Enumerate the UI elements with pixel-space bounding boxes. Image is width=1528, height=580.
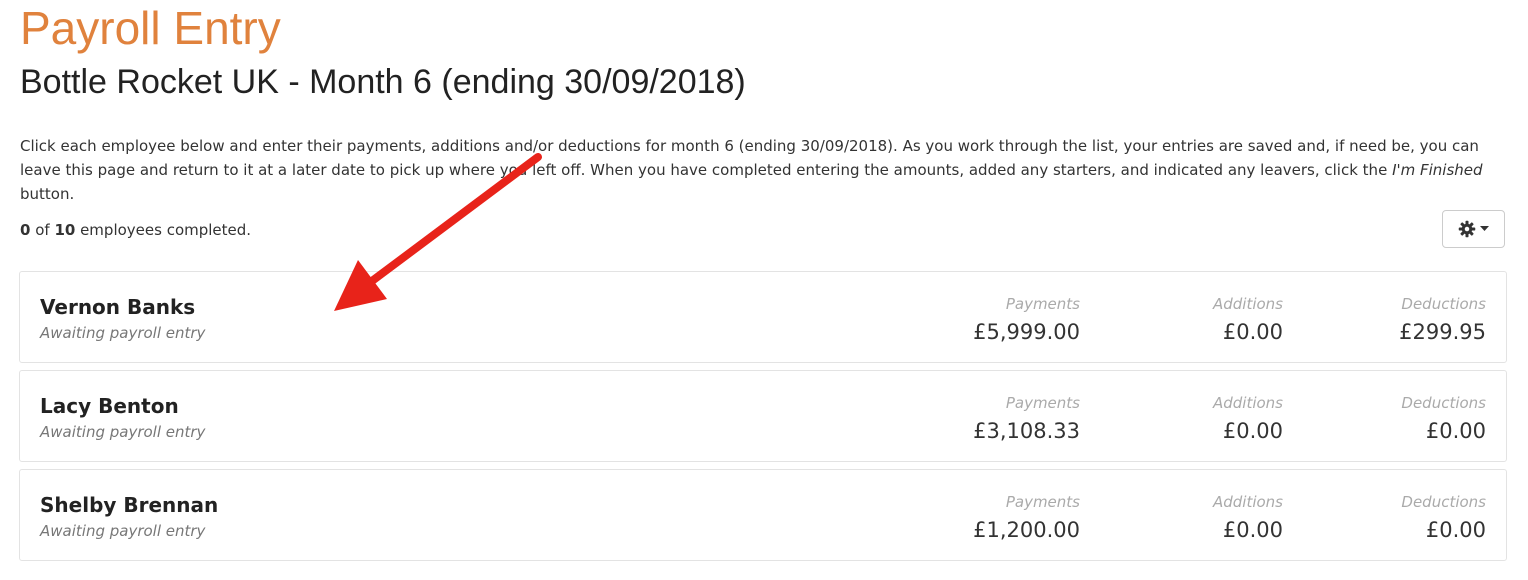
gear-icon: [1458, 220, 1476, 238]
settings-dropdown-button[interactable]: [1442, 210, 1505, 248]
employee-name: Shelby Brennan: [40, 493, 219, 517]
completion-status: 0 of 10 employees completed.: [20, 219, 251, 241]
intro-text-after: button.: [20, 185, 75, 203]
employee-status: Awaiting payroll entry: [40, 324, 206, 342]
intro-text: Click each employee below and enter thei…: [20, 134, 1495, 206]
completed-count: 0: [20, 221, 31, 239]
page-subtitle: Bottle Rocket UK - Month 6 (ending 30/09…: [20, 63, 746, 101]
deductions-column: Deductions £0.00: [1226, 492, 1486, 543]
intro-text-before: Click each employee below and enter thei…: [20, 137, 1479, 179]
completion-suffix: employees completed.: [75, 221, 252, 239]
completion-of: of: [30, 221, 55, 239]
employee-name: Vernon Banks: [40, 295, 196, 319]
deductions-label: Deductions: [1401, 394, 1486, 412]
employee-name: Lacy Benton: [40, 394, 179, 418]
finished-button-reference: I'm Finished: [1392, 161, 1483, 179]
page-title: Payroll Entry: [20, 2, 281, 54]
deductions-column: Deductions £0.00: [1226, 393, 1486, 444]
total-count: 10: [54, 221, 76, 239]
deductions-label: Deductions: [1401, 295, 1486, 313]
employee-row[interactable]: Lacy Benton Awaiting payroll entry Payme…: [19, 370, 1507, 462]
employee-list: Vernon Banks Awaiting payroll entry Paym…: [19, 271, 1507, 568]
deductions-value: £0.00: [1425, 518, 1486, 542]
employee-status: Awaiting payroll entry: [40, 522, 206, 540]
employee-status: Awaiting payroll entry: [40, 423, 206, 441]
deductions-column: Deductions £299.95: [1226, 294, 1486, 345]
deductions-value: £0.00: [1425, 419, 1486, 443]
employee-row[interactable]: Vernon Banks Awaiting payroll entry Paym…: [19, 271, 1507, 363]
deductions-value: £299.95: [1399, 320, 1486, 344]
employee-row[interactable]: Shelby Brennan Awaiting payroll entry Pa…: [19, 469, 1507, 561]
caret-down-icon: [1480, 226, 1489, 232]
deductions-label: Deductions: [1401, 493, 1486, 511]
